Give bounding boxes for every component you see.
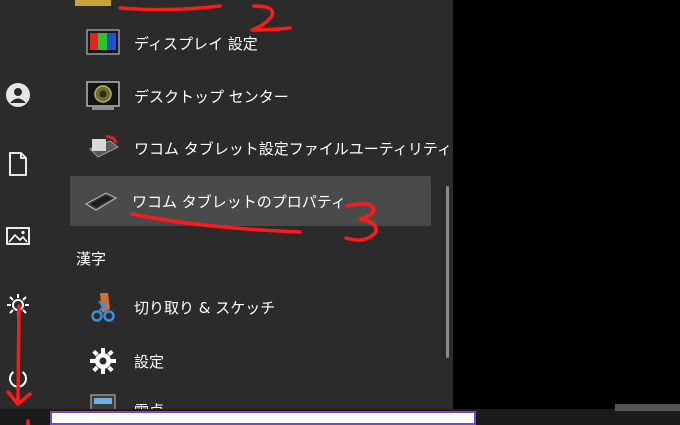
snip-sketch-icon bbox=[86, 292, 120, 322]
search-input[interactable] bbox=[50, 411, 476, 425]
gear-icon bbox=[86, 346, 120, 376]
list-item-desktop-center[interactable]: デスクトップ センター bbox=[72, 73, 432, 119]
user-icon[interactable] bbox=[4, 81, 32, 109]
desktop-background bbox=[453, 0, 680, 425]
scrollbar[interactable] bbox=[446, 186, 449, 358]
list-item-display-settings[interactable]: ディスプレイ 設定 bbox=[72, 20, 432, 66]
pictures-icon[interactable] bbox=[4, 222, 32, 250]
list-item-label: 切り取り & スケッチ bbox=[134, 298, 276, 317]
list-item-settings[interactable]: 設定 bbox=[72, 338, 432, 384]
display-settings-icon bbox=[86, 28, 120, 58]
power-icon[interactable] bbox=[4, 364, 32, 392]
list-item-label: ディスプレイ 設定 bbox=[134, 34, 258, 53]
wacom-utility-icon bbox=[86, 133, 120, 163]
list-item-wacom-utility[interactable]: ワコム タブレット設定ファイルユーティリティ bbox=[72, 125, 452, 171]
document-icon[interactable] bbox=[4, 150, 32, 178]
list-item-label: デスクトップ センター bbox=[134, 87, 289, 106]
list-item-wacom-tablet-properties[interactable]: ワコム タブレットのプロパティ bbox=[70, 176, 431, 226]
desktop-center-icon bbox=[86, 81, 120, 111]
list-item-snip-sketch[interactable]: 切り取り & スケッチ bbox=[72, 284, 432, 330]
app-list: ディスプレイ 設定 デスクトップ センター ワコム タブレット設定ファイルユーテ… bbox=[60, 0, 453, 425]
partial-app-icon bbox=[75, 0, 111, 6]
list-item-label: 設定 bbox=[134, 352, 165, 371]
settings-gear-icon[interactable] bbox=[4, 291, 32, 319]
list-item-label: ワコム タブレットのプロパティ bbox=[132, 192, 346, 211]
start-rail bbox=[0, 0, 60, 425]
list-item-label: ワコム タブレット設定ファイルユーティリティ bbox=[134, 139, 452, 158]
wacom-tablet-icon bbox=[84, 186, 118, 216]
taskbar-tray bbox=[615, 404, 680, 411]
section-header: 漢字 bbox=[76, 250, 107, 268]
